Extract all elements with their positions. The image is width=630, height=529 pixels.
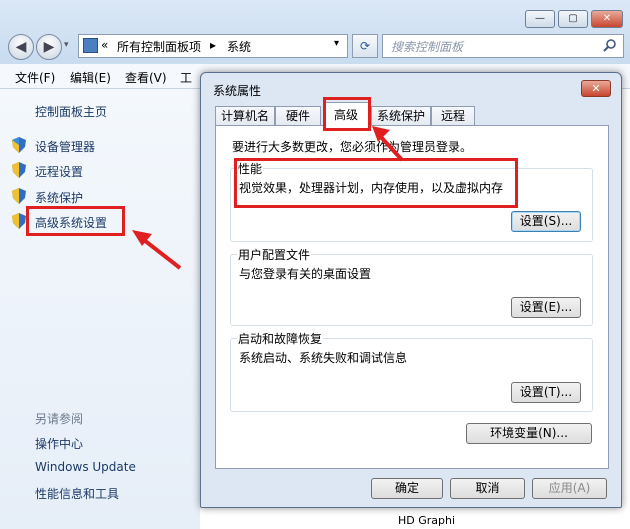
dialog-title: 系统属性 <box>213 84 262 98</box>
menu-edit[interactable]: 编辑(E) <box>70 69 111 86</box>
maximize-button[interactable]: ▢ <box>558 10 588 28</box>
startup-recovery-settings-button[interactable]: 设置(T)... <box>511 382 581 403</box>
back-arrow-icon[interactable]: ◀ <box>8 34 34 60</box>
close-window-button[interactable]: ✕ <box>591 10 623 28</box>
tab-computer-name[interactable]: 计算机名 <box>215 106 275 126</box>
sidebar-item-home[interactable]: 控制面板主页 <box>35 103 107 120</box>
highlight-box-performance <box>234 158 518 208</box>
startup-recovery-group: 启动和故障恢复 系统启动、系统失败和调试信息 设置(T)... <box>230 330 593 412</box>
cancel-button[interactable]: 取消 <box>450 478 525 499</box>
search-icon[interactable] <box>603 38 617 52</box>
advanced-tab-panel: 要进行大多数更改，您必须作为管理员登录。 性能 视觉效果，处理器计划，内存使用，… <box>215 125 609 469</box>
see-also-action-center[interactable]: 操作中心 <box>35 435 83 452</box>
system-properties-dialog: 系统属性 ✕ 计算机名 硬件 高级 系统保护 远程 要进行大多数更改，您必须作为… <box>200 72 622 508</box>
startup-recovery-desc: 系统启动、系统失败和调试信息 <box>239 351 408 365</box>
user-profiles-settings-button[interactable]: 设置(E)... <box>511 297 581 318</box>
control-panel-icon <box>83 38 98 53</box>
apply-button[interactable]: 应用(A) <box>532 478 607 499</box>
address-bar[interactable]: « 所有控制面板项 ▸ 系统 ▾ <box>78 34 348 58</box>
user-profiles-group: 用户配置文件 与您登录有关的桌面设置 设置(E)... <box>230 246 593 326</box>
tab-remote[interactable]: 远程 <box>431 106 475 126</box>
breadcrumb-separator: ▸ <box>210 38 217 52</box>
breadcrumb-all-items[interactable]: 所有控制面板项 <box>117 38 201 55</box>
history-dropdown-icon[interactable]: ▾ <box>64 40 69 50</box>
environment-variables-button[interactable]: 环境变量(N)... <box>466 423 592 444</box>
highlight-box-advanced-settings <box>26 206 125 236</box>
search-placeholder: 搜索控制面板 <box>391 40 464 54</box>
search-input[interactable]: 搜索控制面板 <box>382 34 624 58</box>
see-also-performance-info[interactable]: 性能信息和工具 <box>35 485 119 502</box>
admin-note: 要进行大多数更改，您必须作为管理员登录。 <box>232 140 473 154</box>
sidebar-item-system-protection[interactable]: 系统保护 <box>35 189 83 206</box>
user-profiles-label: 用户配置文件 <box>237 246 312 263</box>
annotation-arrow-sidebar <box>132 230 182 270</box>
address-dropdown-icon[interactable]: ▾ <box>334 38 339 49</box>
shield-icon <box>12 188 26 204</box>
pane-text-fragment: HD Graphi <box>398 514 456 527</box>
tab-hardware[interactable]: 硬件 <box>275 106 321 126</box>
user-profiles-desc: 与您登录有关的桌面设置 <box>239 267 372 281</box>
minimize-button[interactable]: — <box>525 10 555 28</box>
performance-settings-button[interactable]: 设置(S)... <box>511 211 581 232</box>
menu-tools[interactable]: 工 <box>180 69 192 86</box>
see-also-heading: 另请参阅 <box>35 412 84 426</box>
menu-file[interactable]: 文件(F) <box>15 69 55 86</box>
sidebar-item-device-manager[interactable]: 设备管理器 <box>35 138 95 155</box>
forward-arrow-icon[interactable]: ▶ <box>36 34 62 60</box>
sidebar-item-remote-settings[interactable]: 远程设置 <box>35 163 83 180</box>
highlight-box-advanced-tab <box>323 97 371 131</box>
see-also-windows-update[interactable]: Windows Update <box>35 460 136 474</box>
dialog-close-button[interactable]: ✕ <box>581 80 611 97</box>
refresh-icon[interactable]: ⟳ <box>352 34 378 58</box>
annotation-arrow-tab <box>372 126 404 162</box>
startup-recovery-label: 启动和故障恢复 <box>237 330 324 347</box>
shield-icon <box>12 213 26 229</box>
sidebar: 控制面板主页 设备管理器 远程设置 系统保护 高级系统设置 另请参阅 操作中心 … <box>0 89 200 529</box>
menu-view[interactable]: 查看(V) <box>125 69 167 86</box>
tab-system-protection[interactable]: 系统保护 <box>371 106 431 126</box>
ok-button[interactable]: 确定 <box>371 478 443 499</box>
shield-icon <box>12 137 26 153</box>
breadcrumb-system[interactable]: 系统 <box>227 38 251 55</box>
address-chevron: « <box>101 38 109 52</box>
shield-icon <box>12 162 26 178</box>
